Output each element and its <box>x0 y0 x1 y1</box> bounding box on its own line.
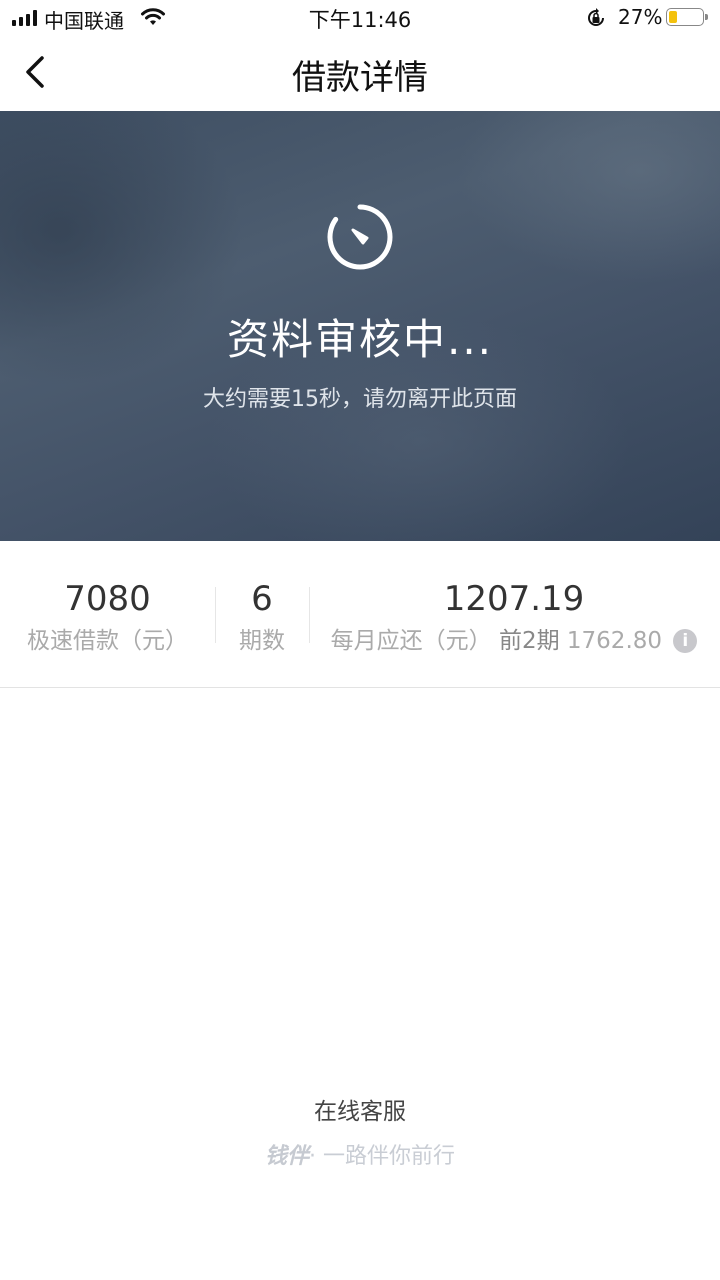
info-icon[interactable]: i <box>673 629 698 653</box>
monthly-payment: 1207.19 每月应还（元） 前2期 1762.80 i <box>318 579 710 661</box>
online-service-link[interactable]: 在线客服 <box>0 1092 720 1126</box>
monthly-payment-value: 1207.19 <box>443 579 585 619</box>
monthly-payment-label: 每月应还（元） <box>330 628 492 654</box>
loan-amount-label: 极速借款（元） <box>27 628 188 654</box>
loan-term-label: 期数 <box>239 628 285 654</box>
progress-clock-icon <box>327 204 393 270</box>
early-periods-value: 1762.80 <box>566 628 663 654</box>
battery-percent: 27% <box>618 5 663 29</box>
monthly-payment-label-row: 每月应还（元） 前2期 1762.80 i <box>318 621 710 661</box>
review-status-banner: 资料审核中... 大约需要15秒，请勿离开此页面 <box>0 111 720 541</box>
loan-amount: 7080 极速借款（元） <box>10 579 205 661</box>
battery-icon <box>666 8 708 26</box>
brand-logo: 钱伴 <box>264 1144 309 1169</box>
loan-summary: 7080 极速借款（元） 6 期数 1207.19 每月应还（元） 前2期 17… <box>0 541 720 688</box>
loan-term: 6 期数 <box>222 579 302 661</box>
divider <box>215 587 216 643</box>
review-status-title: 资料审核中... <box>226 315 494 364</box>
footer-slogan: 钱伴· 一路伴你前行 <box>0 1138 720 1170</box>
loan-term-value: 6 <box>251 579 273 619</box>
divider <box>309 587 310 643</box>
status-time: 下午11:46 <box>308 8 412 32</box>
battery-level-fill <box>669 11 677 23</box>
slogan-text: · 一路伴你前行 <box>309 1144 455 1169</box>
page-title: 借款详情 <box>292 58 428 98</box>
review-status-subtitle: 大约需要15秒，请勿离开此页面 <box>203 387 517 412</box>
status-bar: 中国联通 下午11:46 27% <box>0 0 720 36</box>
nav-bar: 借款详情 <box>0 36 720 111</box>
rotation-lock-icon <box>588 8 604 26</box>
early-periods-label: 前2期 <box>498 628 560 654</box>
loan-amount-value: 7080 <box>64 579 151 619</box>
